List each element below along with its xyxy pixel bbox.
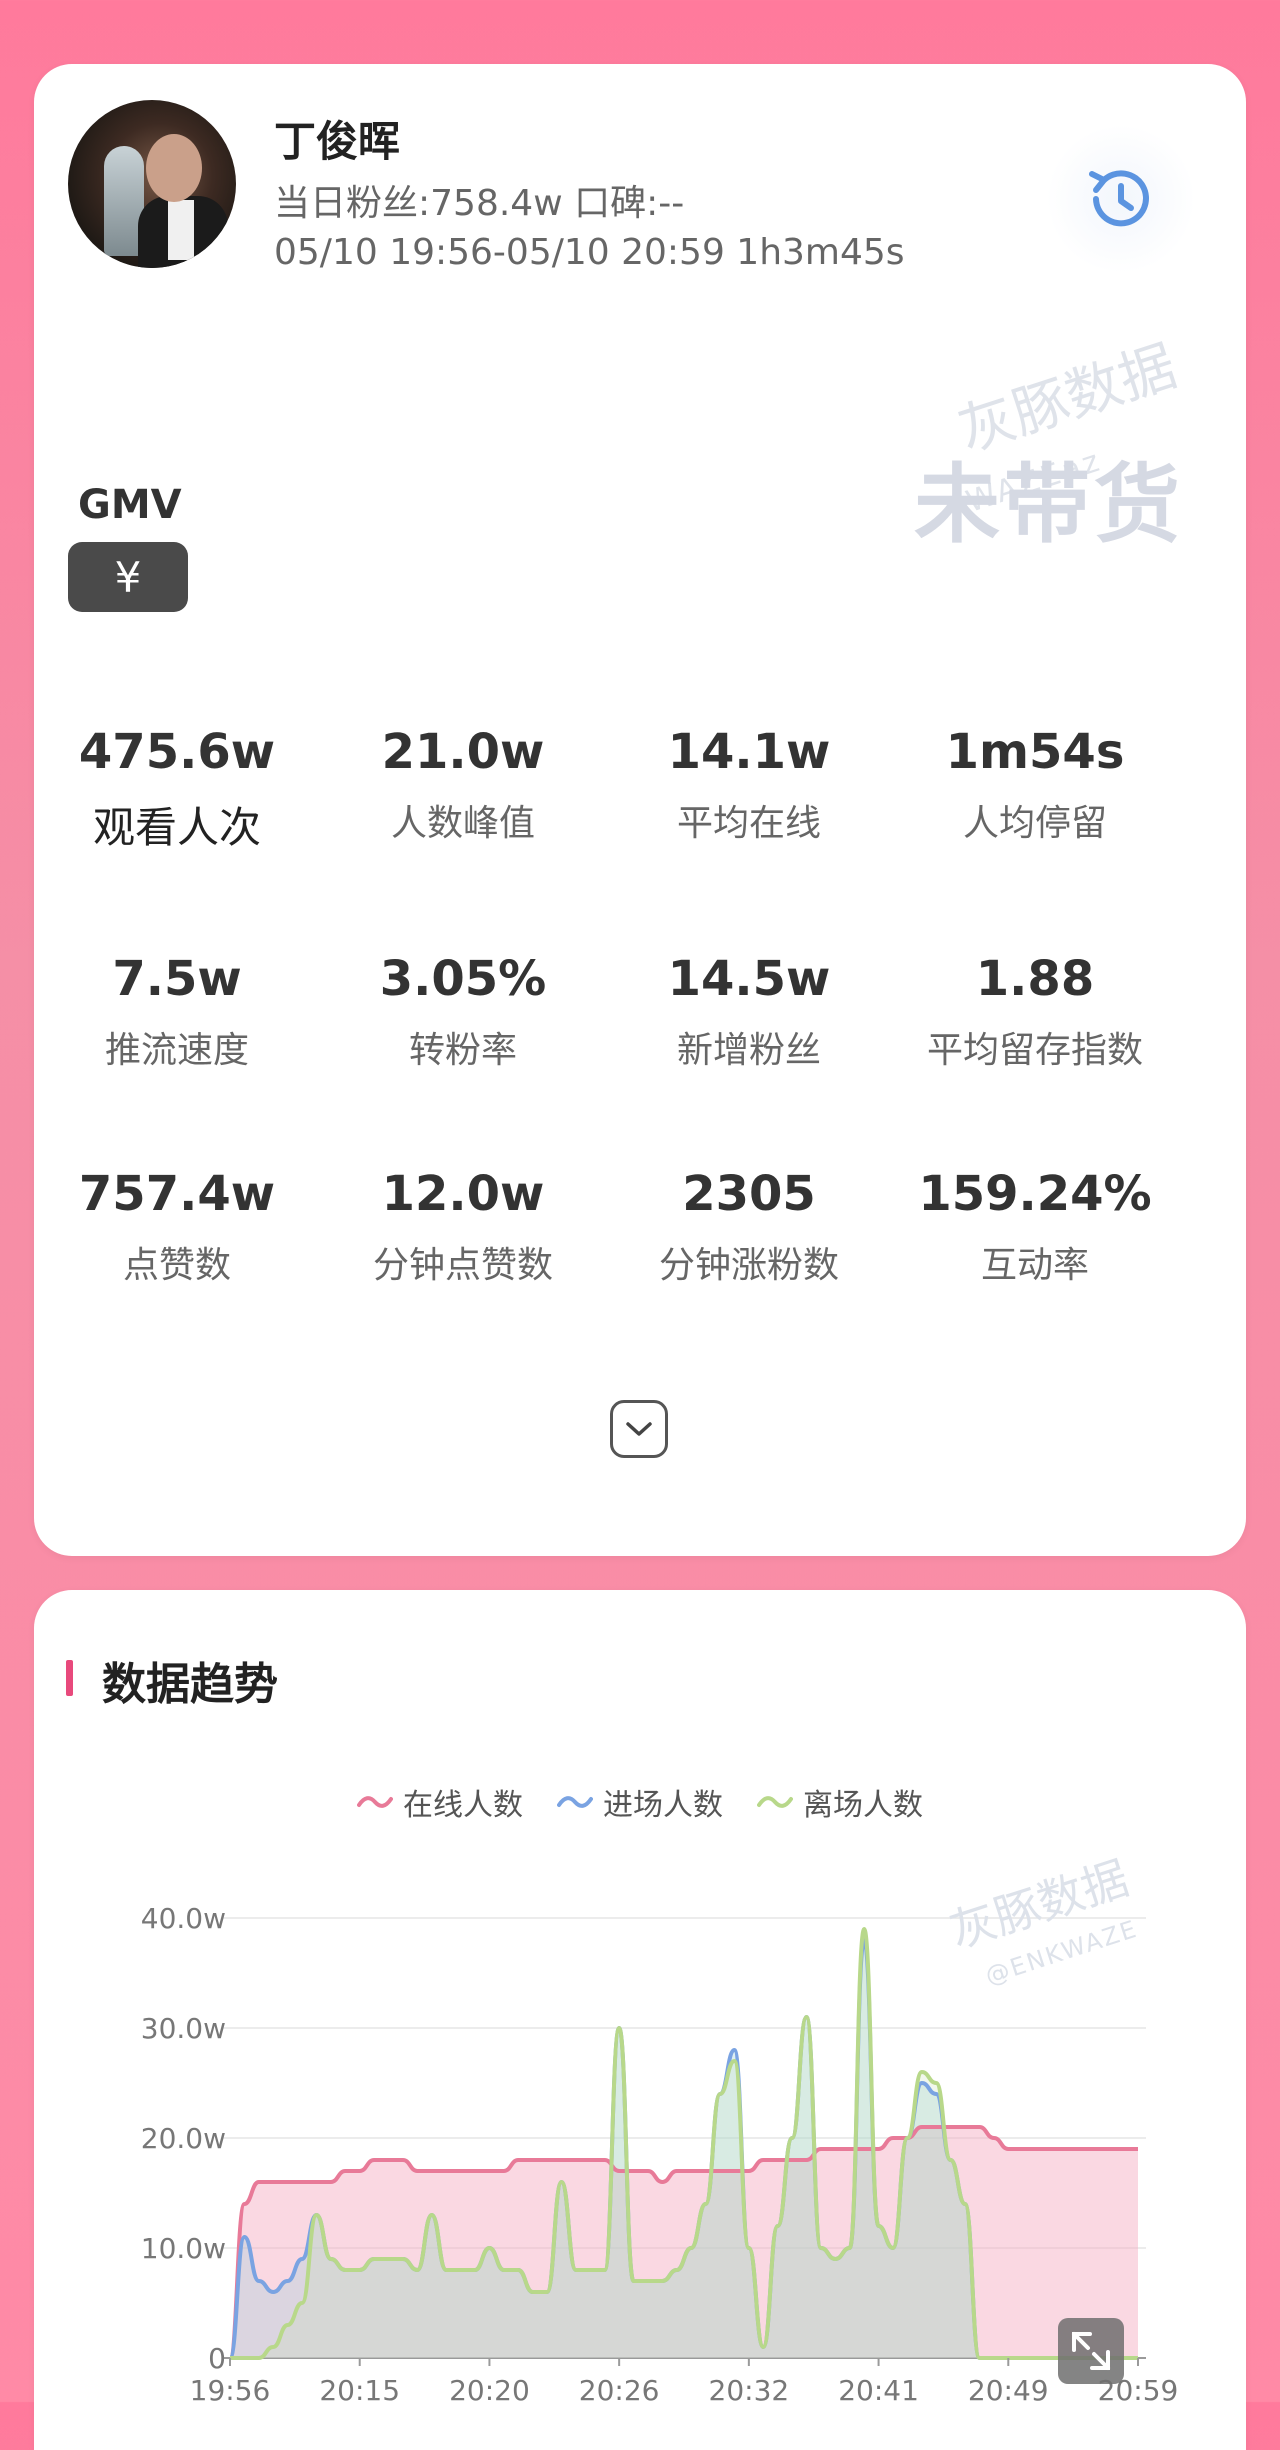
stat-label: 分钟点赞数 — [372, 1245, 553, 1286]
stat-value: 1.88 — [975, 951, 1095, 1007]
stat-item: 1.88 平均留存指数 — [892, 951, 1178, 1073]
legend-online[interactable]: 在线人数 — [357, 1780, 523, 1824]
x-tick-label: 20:15 — [319, 2374, 400, 2407]
stat-item: 757.4w 点赞数 — [34, 1166, 320, 1288]
stat-label: 推流速度 — [104, 1030, 249, 1071]
stat-value: 12.0w — [381, 1166, 545, 1222]
x-tick-label: 20:26 — [579, 2374, 660, 2407]
stat-value: 757.4w — [78, 1166, 276, 1222]
x-tick-label: 20:20 — [449, 2374, 530, 2407]
gmv-label: GMV — [78, 482, 182, 528]
fans-info: 当日粉丝:758.4w 口碑:-- — [274, 183, 685, 224]
stat-label: 观看人次 — [92, 803, 261, 852]
stat-item: 475.6w 观看人次 — [34, 724, 320, 855]
stat-value: 159.24% — [918, 1166, 1152, 1222]
stat-item: 21.0w 人数峰值 — [320, 724, 606, 846]
profile-card: 丁俊晖 当日粉丝:758.4w 口碑:-- 05/10 19:56-05/10 … — [34, 64, 1246, 1556]
chevron-down-icon — [626, 1422, 652, 1436]
legend-leave[interactable]: 离场人数 — [757, 1780, 923, 1824]
stat-value: 14.1w — [667, 724, 831, 780]
expand-stats-button[interactable] — [610, 1400, 668, 1458]
stat-label: 新增粉丝 — [676, 1030, 821, 1071]
legend-label: 进场人数 — [603, 1788, 723, 1823]
stat-label: 点赞数 — [122, 1245, 231, 1286]
stat-value: 1m54s — [945, 724, 1125, 780]
wave-icon — [557, 1796, 593, 1808]
streamer-name: 丁俊晖 — [274, 117, 401, 166]
stat-value: 475.6w — [78, 724, 276, 780]
x-tick-label: 20:32 — [709, 2374, 790, 2407]
y-tick-label: 30.0w — [141, 2012, 226, 2045]
stat-item: 159.24% 互动率 — [892, 1166, 1178, 1288]
stat-item: 14.5w 新增粉丝 — [606, 951, 892, 1073]
gmv-button[interactable]: ¥ — [68, 542, 188, 612]
y-tick-label: 20.0w — [141, 2122, 226, 2155]
wave-icon — [757, 1796, 793, 1808]
stat-label: 平均留存指数 — [926, 1030, 1143, 1071]
stat-label: 平均在线 — [676, 803, 821, 844]
x-tick-label: 19:56 — [190, 2374, 271, 2407]
legend-enter[interactable]: 进场人数 — [557, 1780, 723, 1824]
stat-label: 互动率 — [980, 1245, 1089, 1286]
session-time: 05/10 19:56-05/10 20:59 1h3m45s — [274, 232, 905, 273]
y-tick-label: 0 — [208, 2342, 226, 2375]
stat-label: 转粉率 — [408, 1030, 517, 1071]
y-tick-label: 10.0w — [141, 2232, 226, 2265]
y-tick-label: 40.0w — [141, 1902, 226, 1935]
stat-item: 3.05% 转粉率 — [320, 951, 606, 1073]
stat-value: 3.05% — [379, 951, 547, 1007]
history-icon — [1089, 170, 1149, 227]
stat-item: 12.0w 分钟点赞数 — [320, 1166, 606, 1288]
stat-value: 21.0w — [381, 724, 545, 780]
stat-value: 2305 — [682, 1166, 816, 1222]
stat-label: 分钟涨粉数 — [658, 1245, 839, 1286]
x-tick-label: 20:41 — [838, 2374, 919, 2407]
stat-value: 7.5w — [112, 951, 242, 1007]
fullscreen-button[interactable] — [1058, 2318, 1124, 2384]
legend-label: 在线人数 — [403, 1788, 523, 1823]
chart-legend: 在线人数 进场人数 离场人数 — [34, 1780, 1246, 1824]
no-goods-watermark: 未带货 — [914, 455, 1184, 555]
stat-label: 人数峰值 — [390, 803, 535, 844]
legend-label: 离场人数 — [803, 1788, 923, 1823]
history-button[interactable] — [1046, 124, 1196, 274]
stat-item: 7.5w 推流速度 — [34, 951, 320, 1073]
wave-icon — [357, 1796, 393, 1808]
section-title: 数据趋势 — [102, 1659, 278, 1710]
x-tick-label: 20:49 — [968, 2374, 1049, 2407]
trend-card: 数据趋势 在线人数 进场人数 离场人数 19:56 20:15 20:20 20:26… — [34, 1590, 1246, 2450]
section-accent-bar — [66, 1660, 73, 1696]
stat-label: 人均停留 — [962, 803, 1107, 844]
stat-value: 14.5w — [667, 951, 831, 1007]
avatar[interactable] — [68, 100, 236, 268]
stat-item: 14.1w 平均在线 — [606, 724, 892, 846]
trend-chart[interactable]: 19:56 20:15 20:20 20:26 20:32 20:41 20:49 20:59… — [34, 1820, 1246, 2440]
stat-item: 1m54s 人均停留 — [892, 724, 1178, 846]
stat-item: 2305 分钟涨粉数 — [606, 1166, 892, 1288]
